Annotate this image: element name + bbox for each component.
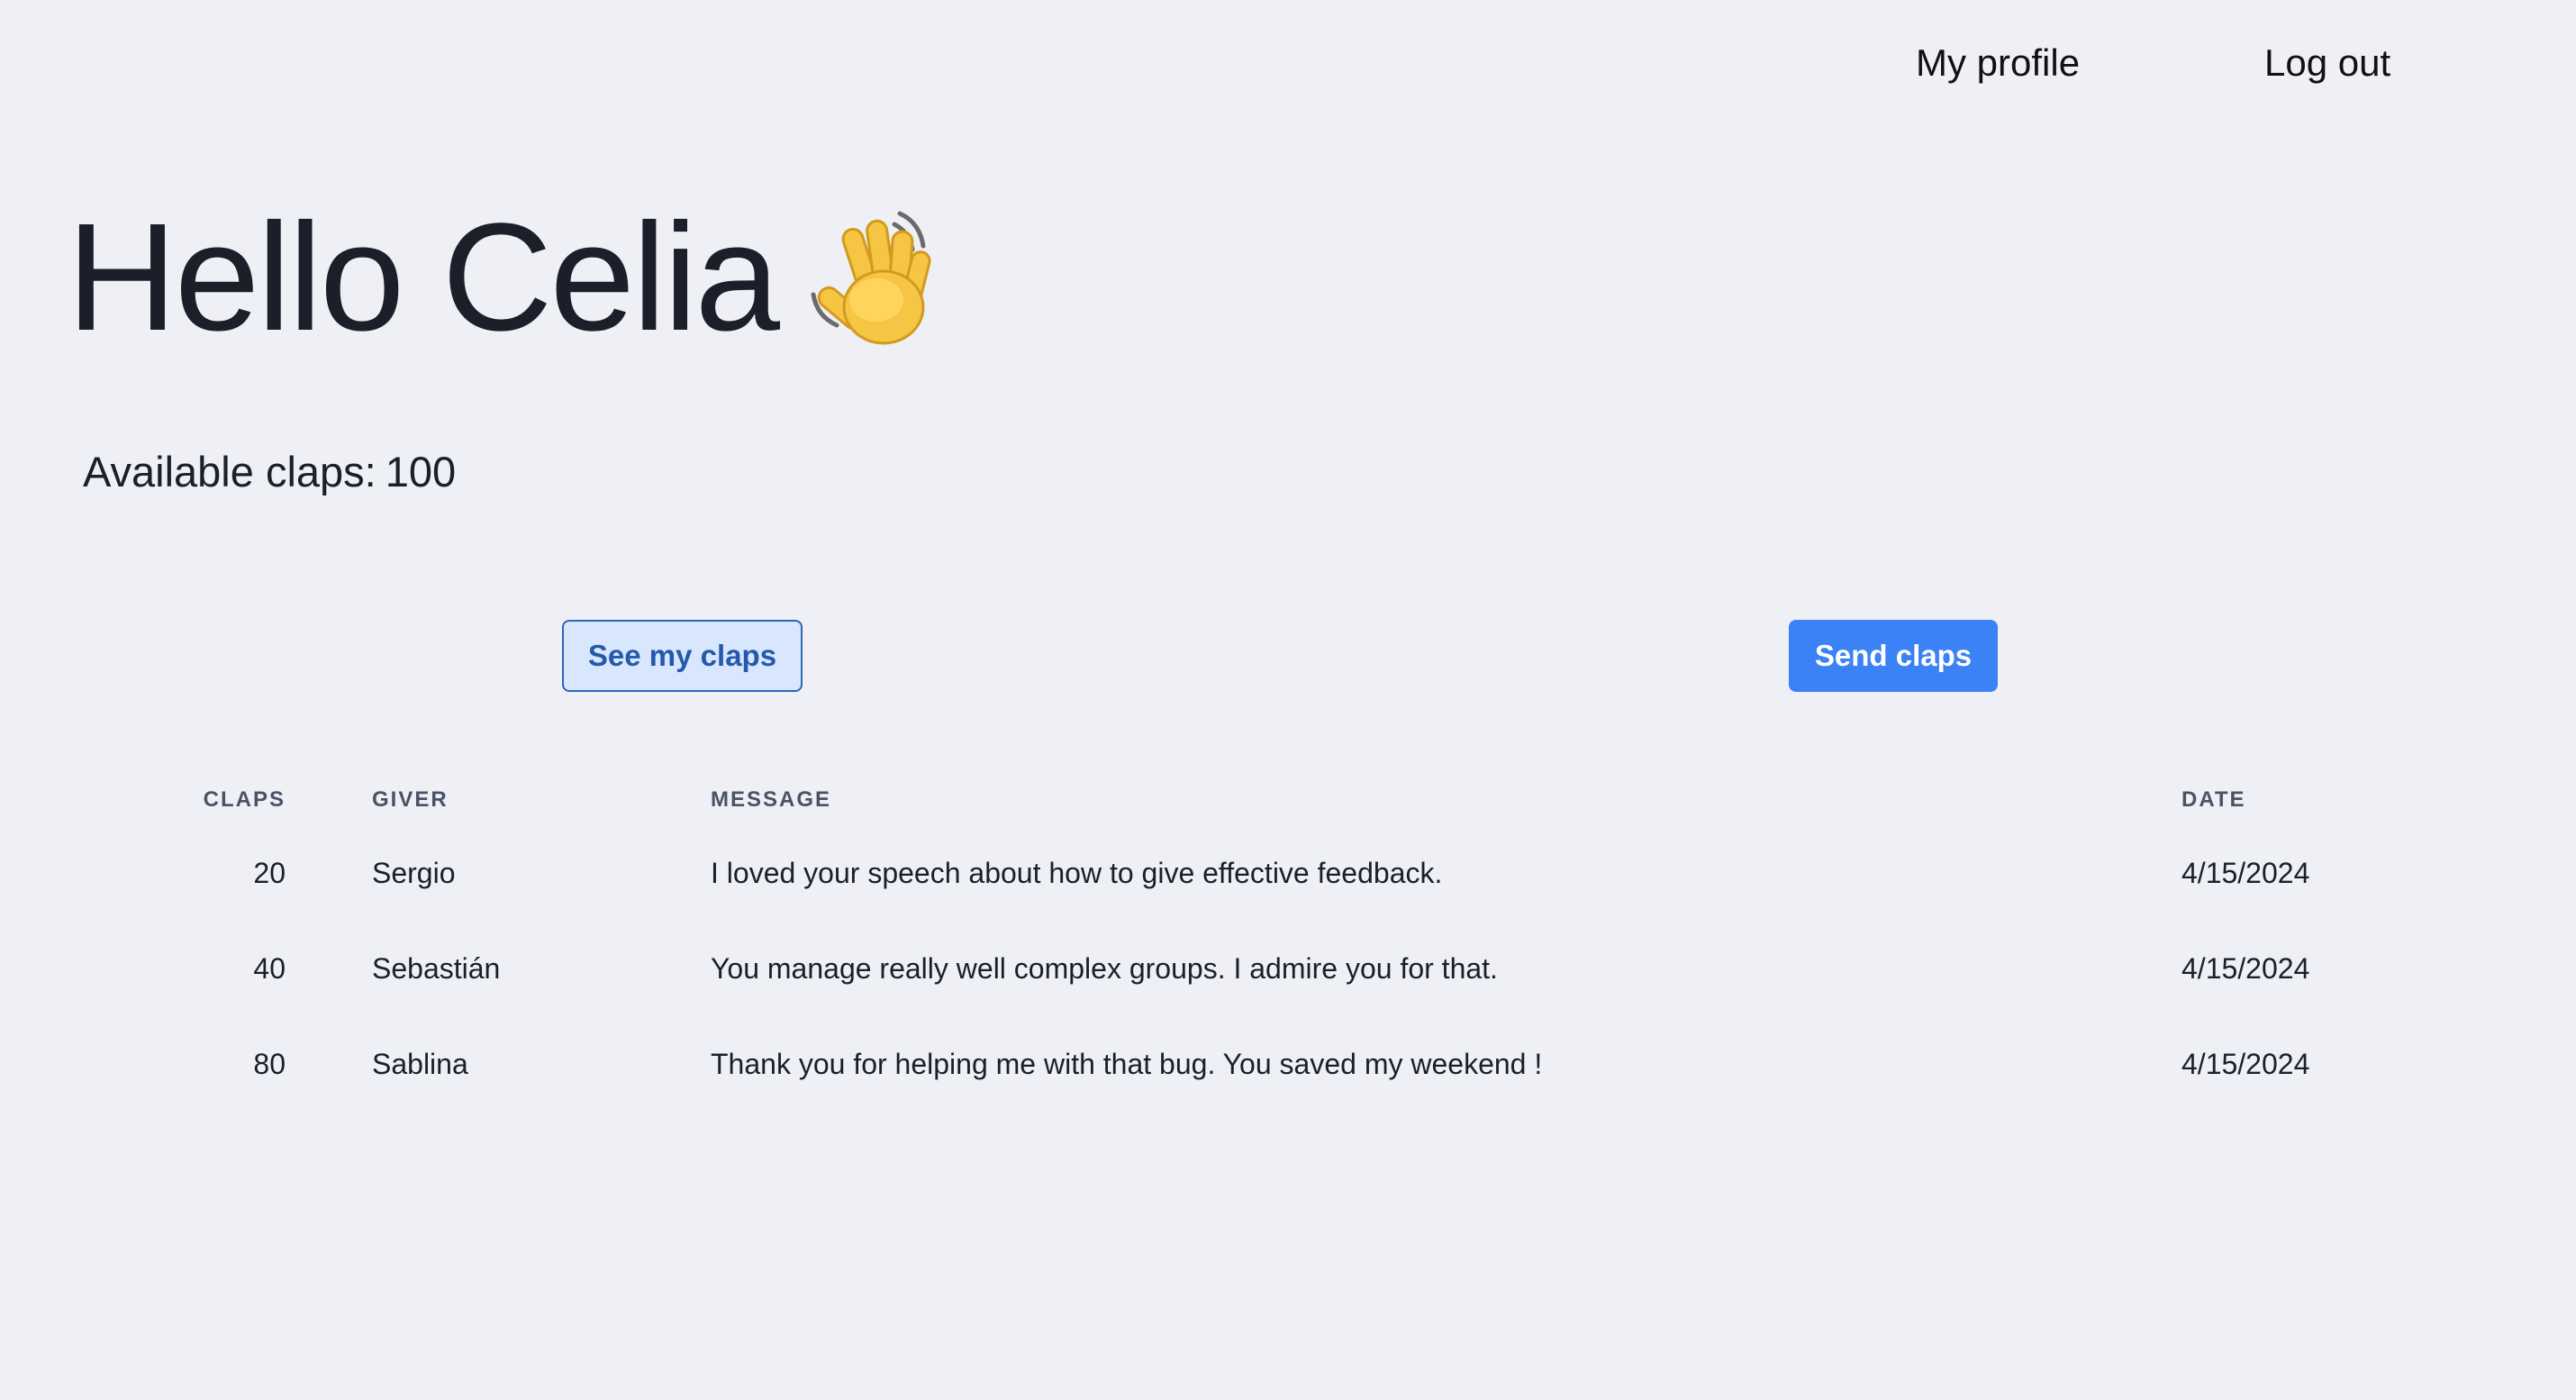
greeting-text: Hello Celia <box>67 192 780 363</box>
claps-table: CLAPS GIVER MESSAGE DATE 20 Sergio I lov… <box>162 775 2369 1112</box>
table-row: 80 Sablina Thank you for helping me with… <box>162 1016 2369 1112</box>
send-claps-button[interactable]: Send claps <box>1789 620 1998 692</box>
column-header-claps: CLAPS <box>203 787 286 812</box>
cell-date: 4/15/2024 <box>2181 1047 2310 1080</box>
column-header-message: MESSAGE <box>711 787 832 812</box>
cell-message: I loved your speech about how to give ef… <box>711 856 1443 889</box>
cell-claps: 80 <box>253 1047 286 1080</box>
cell-message: Thank you for helping me with that bug. … <box>711 1047 1543 1080</box>
available-claps-label: Available claps: <box>83 448 376 495</box>
waving-hand-icon <box>804 201 957 354</box>
page-title: Hello Celia <box>67 187 957 368</box>
available-claps-value: 100 <box>385 448 457 495</box>
log-out-link[interactable]: Log out <box>2264 41 2390 85</box>
see-my-claps-button[interactable]: See my claps <box>562 620 803 692</box>
top-nav: My profile Log out <box>0 0 2576 135</box>
available-claps: Available claps: 100 <box>83 447 456 496</box>
cell-message: You manage really well complex groups. I… <box>711 951 1498 985</box>
column-header-date: DATE <box>2181 787 2246 812</box>
cell-date: 4/15/2024 <box>2181 951 2310 985</box>
cell-date: 4/15/2024 <box>2181 856 2310 889</box>
cell-giver: Sablina <box>372 1047 468 1080</box>
cell-giver: Sergio <box>372 856 456 889</box>
cell-giver: Sebastián <box>372 951 501 985</box>
table-row: 40 Sebastián You manage really well comp… <box>162 921 2369 1016</box>
table-row: 20 Sergio I loved your speech about how … <box>162 825 2369 921</box>
my-profile-link[interactable]: My profile <box>1916 41 2080 85</box>
column-header-giver: GIVER <box>372 787 449 812</box>
cell-claps: 40 <box>253 951 286 985</box>
cell-claps: 20 <box>253 856 286 889</box>
table-header-row: CLAPS GIVER MESSAGE DATE <box>162 775 2369 825</box>
